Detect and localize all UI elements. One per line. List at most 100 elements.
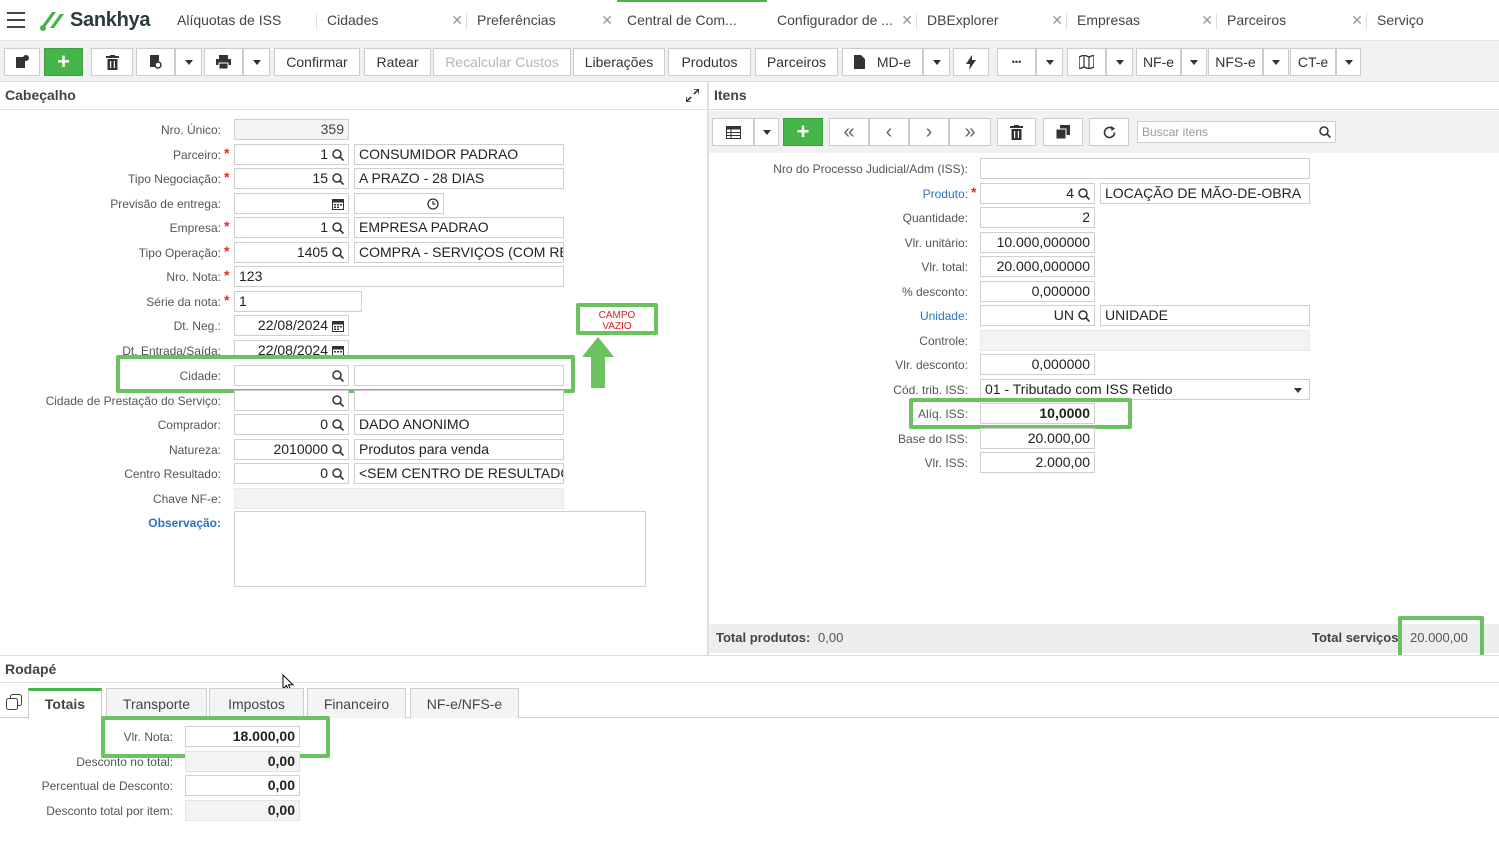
close-icon[interactable]: ✕ (1051, 0, 1063, 41)
copy-tabs-icon[interactable] (6, 694, 22, 710)
nfse-dropdown[interactable] (1263, 48, 1289, 76)
delete-item-button[interactable] (997, 118, 1036, 146)
nfe-dropdown[interactable] (1181, 48, 1207, 76)
mde-dropdown[interactable] (923, 48, 950, 76)
vlr-total-field[interactable]: 20.000,000000 (980, 256, 1095, 277)
recalcular-custos-button[interactable]: Recalcular Custos (433, 48, 571, 76)
tab-configurador[interactable]: Configurador de ... ✕ (767, 0, 917, 41)
search-icon[interactable] (332, 247, 344, 259)
confirmar-button[interactable]: Confirmar (274, 48, 360, 76)
dt-neg-field[interactable]: 22/08/2024 (234, 315, 349, 336)
tab-dbexplorer[interactable]: DBExplorer ✕ (917, 0, 1067, 41)
copy-item-button[interactable] (1043, 118, 1083, 146)
tab-aliquotas-iss[interactable]: Alíquotas de ISS (167, 0, 317, 41)
last-item-button[interactable]: » (949, 118, 991, 146)
mde-button[interactable]: MD-e (842, 48, 923, 76)
cidade-prestacao-code-field[interactable] (234, 390, 349, 411)
close-icon[interactable]: ✕ (1351, 0, 1363, 41)
search-icon[interactable] (1319, 126, 1331, 138)
quantidade-field[interactable]: 2 (980, 207, 1095, 228)
tab-central-compras[interactable]: Central de Com... (617, 0, 767, 41)
close-icon[interactable]: ✕ (601, 0, 613, 41)
nfse-button[interactable]: NFS-e (1208, 48, 1263, 76)
search-icon[interactable] (332, 173, 344, 185)
tab-impostos[interactable]: Impostos (209, 688, 304, 718)
cidade-prestacao-desc-field[interactable] (354, 390, 564, 411)
add-button[interactable]: + (44, 48, 83, 76)
close-icon[interactable]: ✕ (1201, 0, 1213, 41)
search-icon[interactable] (332, 444, 344, 456)
tipo-operacao-desc-field[interactable]: COMPRA - SERVIÇOS (COM RET (354, 242, 564, 263)
tab-empresas[interactable]: Empresas ✕ (1067, 0, 1217, 41)
produtos-button[interactable]: Produtos (668, 48, 751, 76)
empresa-code-field[interactable]: 1 (234, 217, 349, 238)
tab-financeiro[interactable]: Financeiro (307, 688, 406, 718)
panel-divider[interactable] (707, 82, 709, 656)
search-icon[interactable] (1078, 188, 1090, 200)
tab-totais[interactable]: Totais (28, 688, 102, 719)
serie-nota-field[interactable]: 1 (234, 291, 362, 312)
desconto-pct-field[interactable]: 0,000000 (980, 281, 1095, 302)
vlr-unitario-field[interactable]: 10.000,000000 (980, 232, 1095, 253)
next-item-button[interactable]: › (909, 118, 949, 146)
parceiros-button[interactable]: Parceiros (755, 48, 838, 76)
comprador-desc-field[interactable]: DADO ANONIMO (354, 414, 564, 435)
tipo-negociacao-desc-field[interactable]: A PRAZO - 28 DIAS (354, 168, 564, 189)
observacao-textarea[interactable] (234, 511, 646, 587)
print-button[interactable] (204, 48, 243, 76)
calendar-icon[interactable] (332, 198, 344, 210)
logo[interactable]: Sankhya (38, 8, 150, 32)
comprador-code-field[interactable]: 0 (234, 414, 349, 435)
more-button[interactable]: ••• (997, 48, 1036, 76)
cod-trib-iss-select[interactable]: 01 - Tributado com ISS Retido (980, 379, 1310, 400)
first-item-button[interactable]: « (829, 118, 869, 146)
print-doc-dropdown[interactable] (175, 48, 202, 76)
cte-button[interactable]: CT-e (1290, 48, 1336, 76)
tipo-negociacao-code-field[interactable]: 15 (234, 168, 349, 189)
refresh-button[interactable] (1089, 118, 1129, 146)
vlr-desconto-field[interactable]: 0,000000 (980, 354, 1095, 375)
search-icon[interactable] (332, 149, 344, 161)
search-icon[interactable] (332, 395, 344, 407)
tipo-operacao-code-field[interactable]: 1405 (234, 242, 349, 263)
more-dropdown[interactable] (1036, 48, 1063, 76)
search-items-input[interactable]: Buscar itens (1137, 121, 1336, 143)
action-button[interactable] (953, 48, 989, 76)
natureza-desc-field[interactable]: Produtos para venda (354, 439, 564, 460)
map-dropdown[interactable] (1106, 48, 1133, 76)
centro-resultado-code-field[interactable]: 0 (234, 463, 349, 484)
liberacoes-button[interactable]: Liberações (573, 48, 665, 76)
previsao-date-field[interactable] (234, 193, 349, 214)
previsao-time-field[interactable] (354, 193, 444, 214)
clock-icon[interactable] (427, 198, 439, 210)
tab-transporte[interactable]: Transporte (106, 688, 207, 718)
search-icon[interactable] (332, 468, 344, 480)
tab-nfe-nfse[interactable]: NF-e/NFS-e (410, 688, 519, 718)
produto-desc-field[interactable]: LOCAÇÃO DE MÃO-DE-OBRA (1100, 183, 1310, 204)
centro-resultado-desc-field[interactable]: <SEM CENTRO DE RESULTADO> (354, 463, 564, 484)
tab-servico[interactable]: Serviço (1367, 0, 1499, 41)
grid-view-dropdown[interactable] (754, 118, 779, 146)
search-icon[interactable] (332, 222, 344, 234)
search-icon[interactable] (332, 419, 344, 431)
close-icon[interactable]: ✕ (451, 0, 463, 41)
ratear-button[interactable]: Ratear (364, 48, 431, 76)
parceiro-desc-field[interactable]: CONSUMIDOR PADRAO (354, 144, 564, 165)
empresa-desc-field[interactable]: EMPRESA PADRAO (354, 217, 564, 238)
calendar-icon[interactable] (332, 320, 344, 332)
print-doc-button[interactable] (136, 48, 175, 76)
delete-button[interactable] (91, 48, 133, 76)
tab-preferencias[interactable]: Preferências ✕ (467, 0, 617, 41)
configure-button[interactable] (4, 48, 40, 76)
menu-icon[interactable] (7, 12, 25, 28)
previous-item-button[interactable]: ‹ (869, 118, 909, 146)
tab-cidades[interactable]: Cidades ✕ (317, 0, 467, 41)
add-item-button[interactable]: + (783, 118, 823, 146)
percentual-desconto-field[interactable]: 0,00 (185, 775, 300, 796)
unidade-code-field[interactable]: UN (980, 305, 1095, 326)
base-iss-field[interactable]: 20.000,00 (980, 428, 1095, 449)
map-button[interactable] (1067, 48, 1106, 76)
processo-field[interactable] (980, 158, 1310, 179)
nro-nota-field[interactable]: 123 (234, 266, 564, 287)
nfe-button[interactable]: NF-e (1136, 48, 1181, 76)
